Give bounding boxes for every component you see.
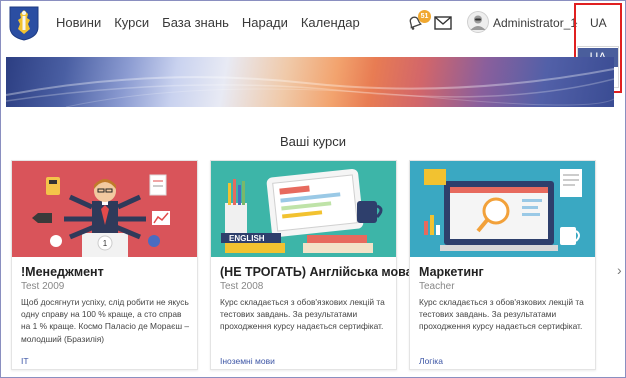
course-image-marketing xyxy=(410,161,595,257)
course-subtitle: Test 2008 xyxy=(220,281,264,292)
mail-icon[interactable] xyxy=(434,16,452,30)
kyiv-coat-of-arms-logo[interactable] xyxy=(7,5,41,41)
nav-item-calendar[interactable]: Календар xyxy=(301,15,360,30)
user-avatar[interactable] xyxy=(467,11,489,33)
course-card[interactable]: Маркетинг Teacher Курс складається з обо… xyxy=(409,160,596,370)
top-header: Новини Курси База знань Наради Календар … xyxy=(1,1,625,44)
svg-text:1: 1 xyxy=(103,239,108,248)
nav-item-meetings[interactable]: Наради xyxy=(242,15,288,30)
main-nav: Новини Курси База знань Наради Календар xyxy=(56,15,373,30)
course-title[interactable]: !Менеджмент xyxy=(21,265,104,279)
section-title: Ваші курси xyxy=(279,134,346,149)
course-description: Курс складається з обов'язкових лекцій т… xyxy=(419,297,584,332)
course-title[interactable]: (НЕ ТРОГАТЬ) Англійська мова xyxy=(220,265,413,279)
course-category[interactable]: Логіка xyxy=(419,356,443,366)
course-description: Курс складається з обов'язкових лекцій т… xyxy=(220,297,385,332)
course-title[interactable]: Маркетинг xyxy=(419,265,484,279)
course-card[interactable]: 1 !Менеджмент Test 2009 Щоб досягнути ус… xyxy=(11,160,198,370)
nav-item-news[interactable]: Новини xyxy=(56,15,101,30)
course-subtitle: Teacher xyxy=(419,281,455,292)
carousel-next-arrow-icon[interactable]: › xyxy=(617,262,622,278)
course-image-english: ENGLISH xyxy=(211,161,396,257)
course-card[interactable]: ENGLISH (НЕ ТРОГАТЬ) Англійська мова Tes… xyxy=(210,160,413,370)
course-description: Щоб досягнути успіху, слід робити не яку… xyxy=(21,297,190,344)
course-subtitle: Test 2009 xyxy=(21,281,65,292)
nav-item-courses[interactable]: Курси xyxy=(114,15,149,30)
hero-banner xyxy=(6,57,614,107)
course-category[interactable]: IT xyxy=(21,356,29,366)
course-category[interactable]: Іноземні мови xyxy=(220,356,275,366)
username-label[interactable]: Administrator_1 xyxy=(493,16,577,30)
english-book-label: ENGLISH xyxy=(229,234,265,243)
course-image-management: 1 xyxy=(12,161,197,257)
notification-count-badge: 51 xyxy=(418,10,431,23)
nav-item-knowledge-base[interactable]: База знань xyxy=(162,15,229,30)
